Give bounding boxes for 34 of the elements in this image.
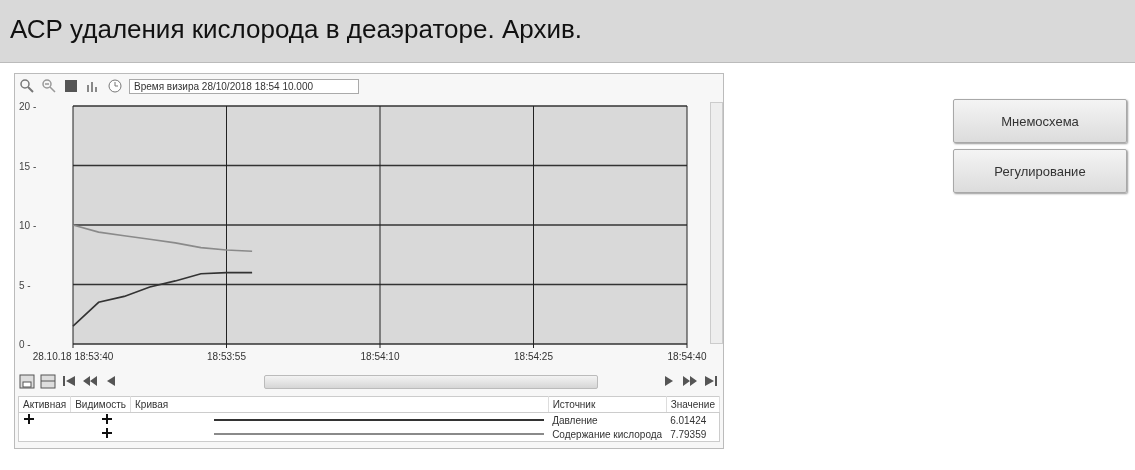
column-header[interactable]: Активная bbox=[18, 396, 71, 413]
x-tick-label: 18:54:40 bbox=[667, 351, 707, 362]
y-tick-label: 5 - bbox=[19, 279, 31, 291]
column-header[interactable]: Кривая bbox=[130, 396, 549, 413]
y-tick-label: 10 - bbox=[19, 220, 37, 231]
split-icon[interactable] bbox=[40, 372, 56, 390]
column-header[interactable]: Видимость bbox=[70, 396, 131, 413]
last-icon[interactable] bbox=[703, 373, 719, 389]
fast-back-icon[interactable] bbox=[82, 373, 98, 389]
save-icon[interactable] bbox=[19, 372, 35, 390]
vertical-scrollbar[interactable] bbox=[710, 102, 723, 344]
cursor-time-field[interactable]: Время визира 28/10/2018 18:54 10.000 bbox=[129, 78, 359, 94]
clock-icon[interactable] bbox=[107, 78, 123, 94]
y-tick-label: 15 - bbox=[19, 160, 37, 172]
page-title: АСР удаления кислорода в деаэраторе. Архив. bbox=[9, 13, 583, 45]
column-header[interactable]: Источник bbox=[548, 396, 667, 413]
zoom-out-icon[interactable] bbox=[41, 78, 57, 94]
table-cell: 6.01424 bbox=[666, 412, 720, 427]
nav-button[interactable]: Мнемосхема bbox=[953, 99, 1127, 143]
table-cell: Давление bbox=[548, 412, 667, 427]
x-tick-label: 18:54:25 bbox=[514, 351, 553, 362]
zoom-in-icon[interactable] bbox=[19, 78, 35, 94]
x-tick-label: 28.10.18 18:53:40 bbox=[32, 351, 114, 362]
table-cell: 7.79359 bbox=[666, 427, 720, 442]
x-tick-label: 18:53:55 bbox=[207, 351, 246, 362]
nav-button[interactable]: Регулирование bbox=[953, 149, 1127, 193]
first-icon[interactable] bbox=[61, 373, 77, 389]
column-header[interactable]: Значение bbox=[666, 396, 720, 413]
x-tick-label: 18:54:10 bbox=[360, 351, 400, 362]
y-tick-label: 0 - bbox=[19, 339, 31, 350]
table-cell: Содержание кислорода bbox=[548, 427, 667, 442]
horizontal-scrollbar[interactable] bbox=[264, 375, 598, 389]
y-tick-label: 20 - bbox=[19, 101, 37, 112]
fast-forward-icon[interactable] bbox=[682, 373, 698, 389]
